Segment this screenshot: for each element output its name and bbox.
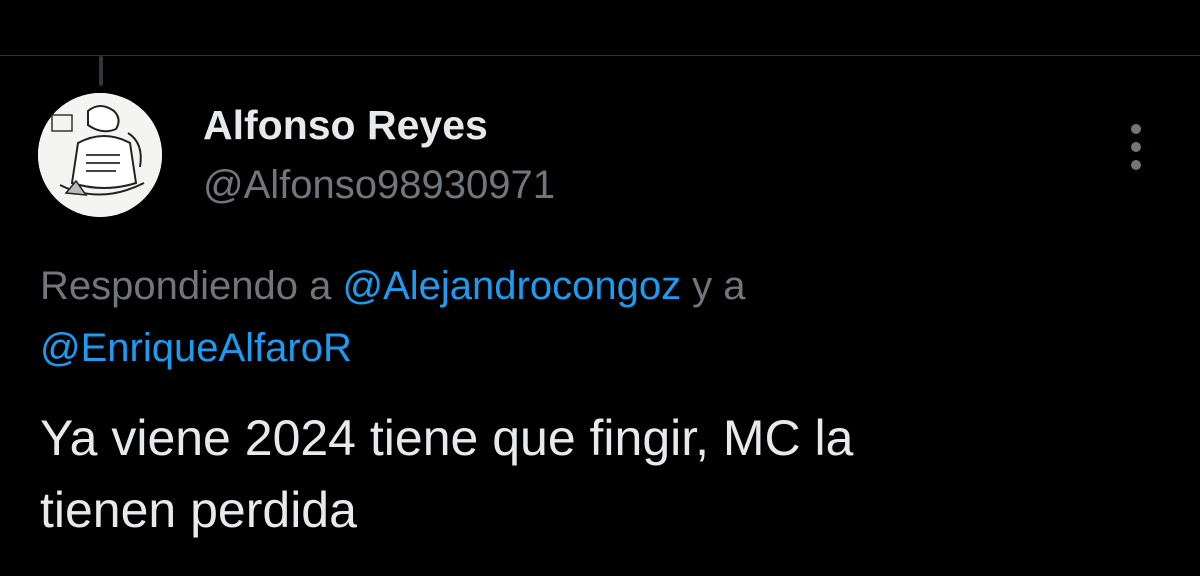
tweet-text: Ya viene 2024 tiene que fingir, MC la ti… xyxy=(40,402,1160,546)
tweet-text-line: tienen perdida xyxy=(40,482,357,538)
avatar[interactable] xyxy=(38,93,162,217)
reply-context-prefix: Respondiendo a xyxy=(40,264,343,308)
more-options-button[interactable] xyxy=(1118,120,1154,174)
tweet-text-line: Ya viene 2024 tiene que fingir, MC la xyxy=(40,410,854,466)
avatar-cartoon-image xyxy=(38,93,162,217)
author-handle[interactable]: @Alfonso98930971 xyxy=(203,160,555,210)
reply-context-connector: y a xyxy=(681,264,746,308)
mention-link[interactable]: @Alejandrocongoz xyxy=(342,264,681,308)
mention-link[interactable]: @EnriqueAlfaroR xyxy=(40,326,352,370)
top-divider xyxy=(0,55,1200,56)
thread-connector-line xyxy=(99,56,103,86)
reply-context: Respondiendo a @Alejandrocongoz y a @Enr… xyxy=(40,255,1140,379)
author-display-name[interactable]: Alfonso Reyes xyxy=(203,100,488,150)
